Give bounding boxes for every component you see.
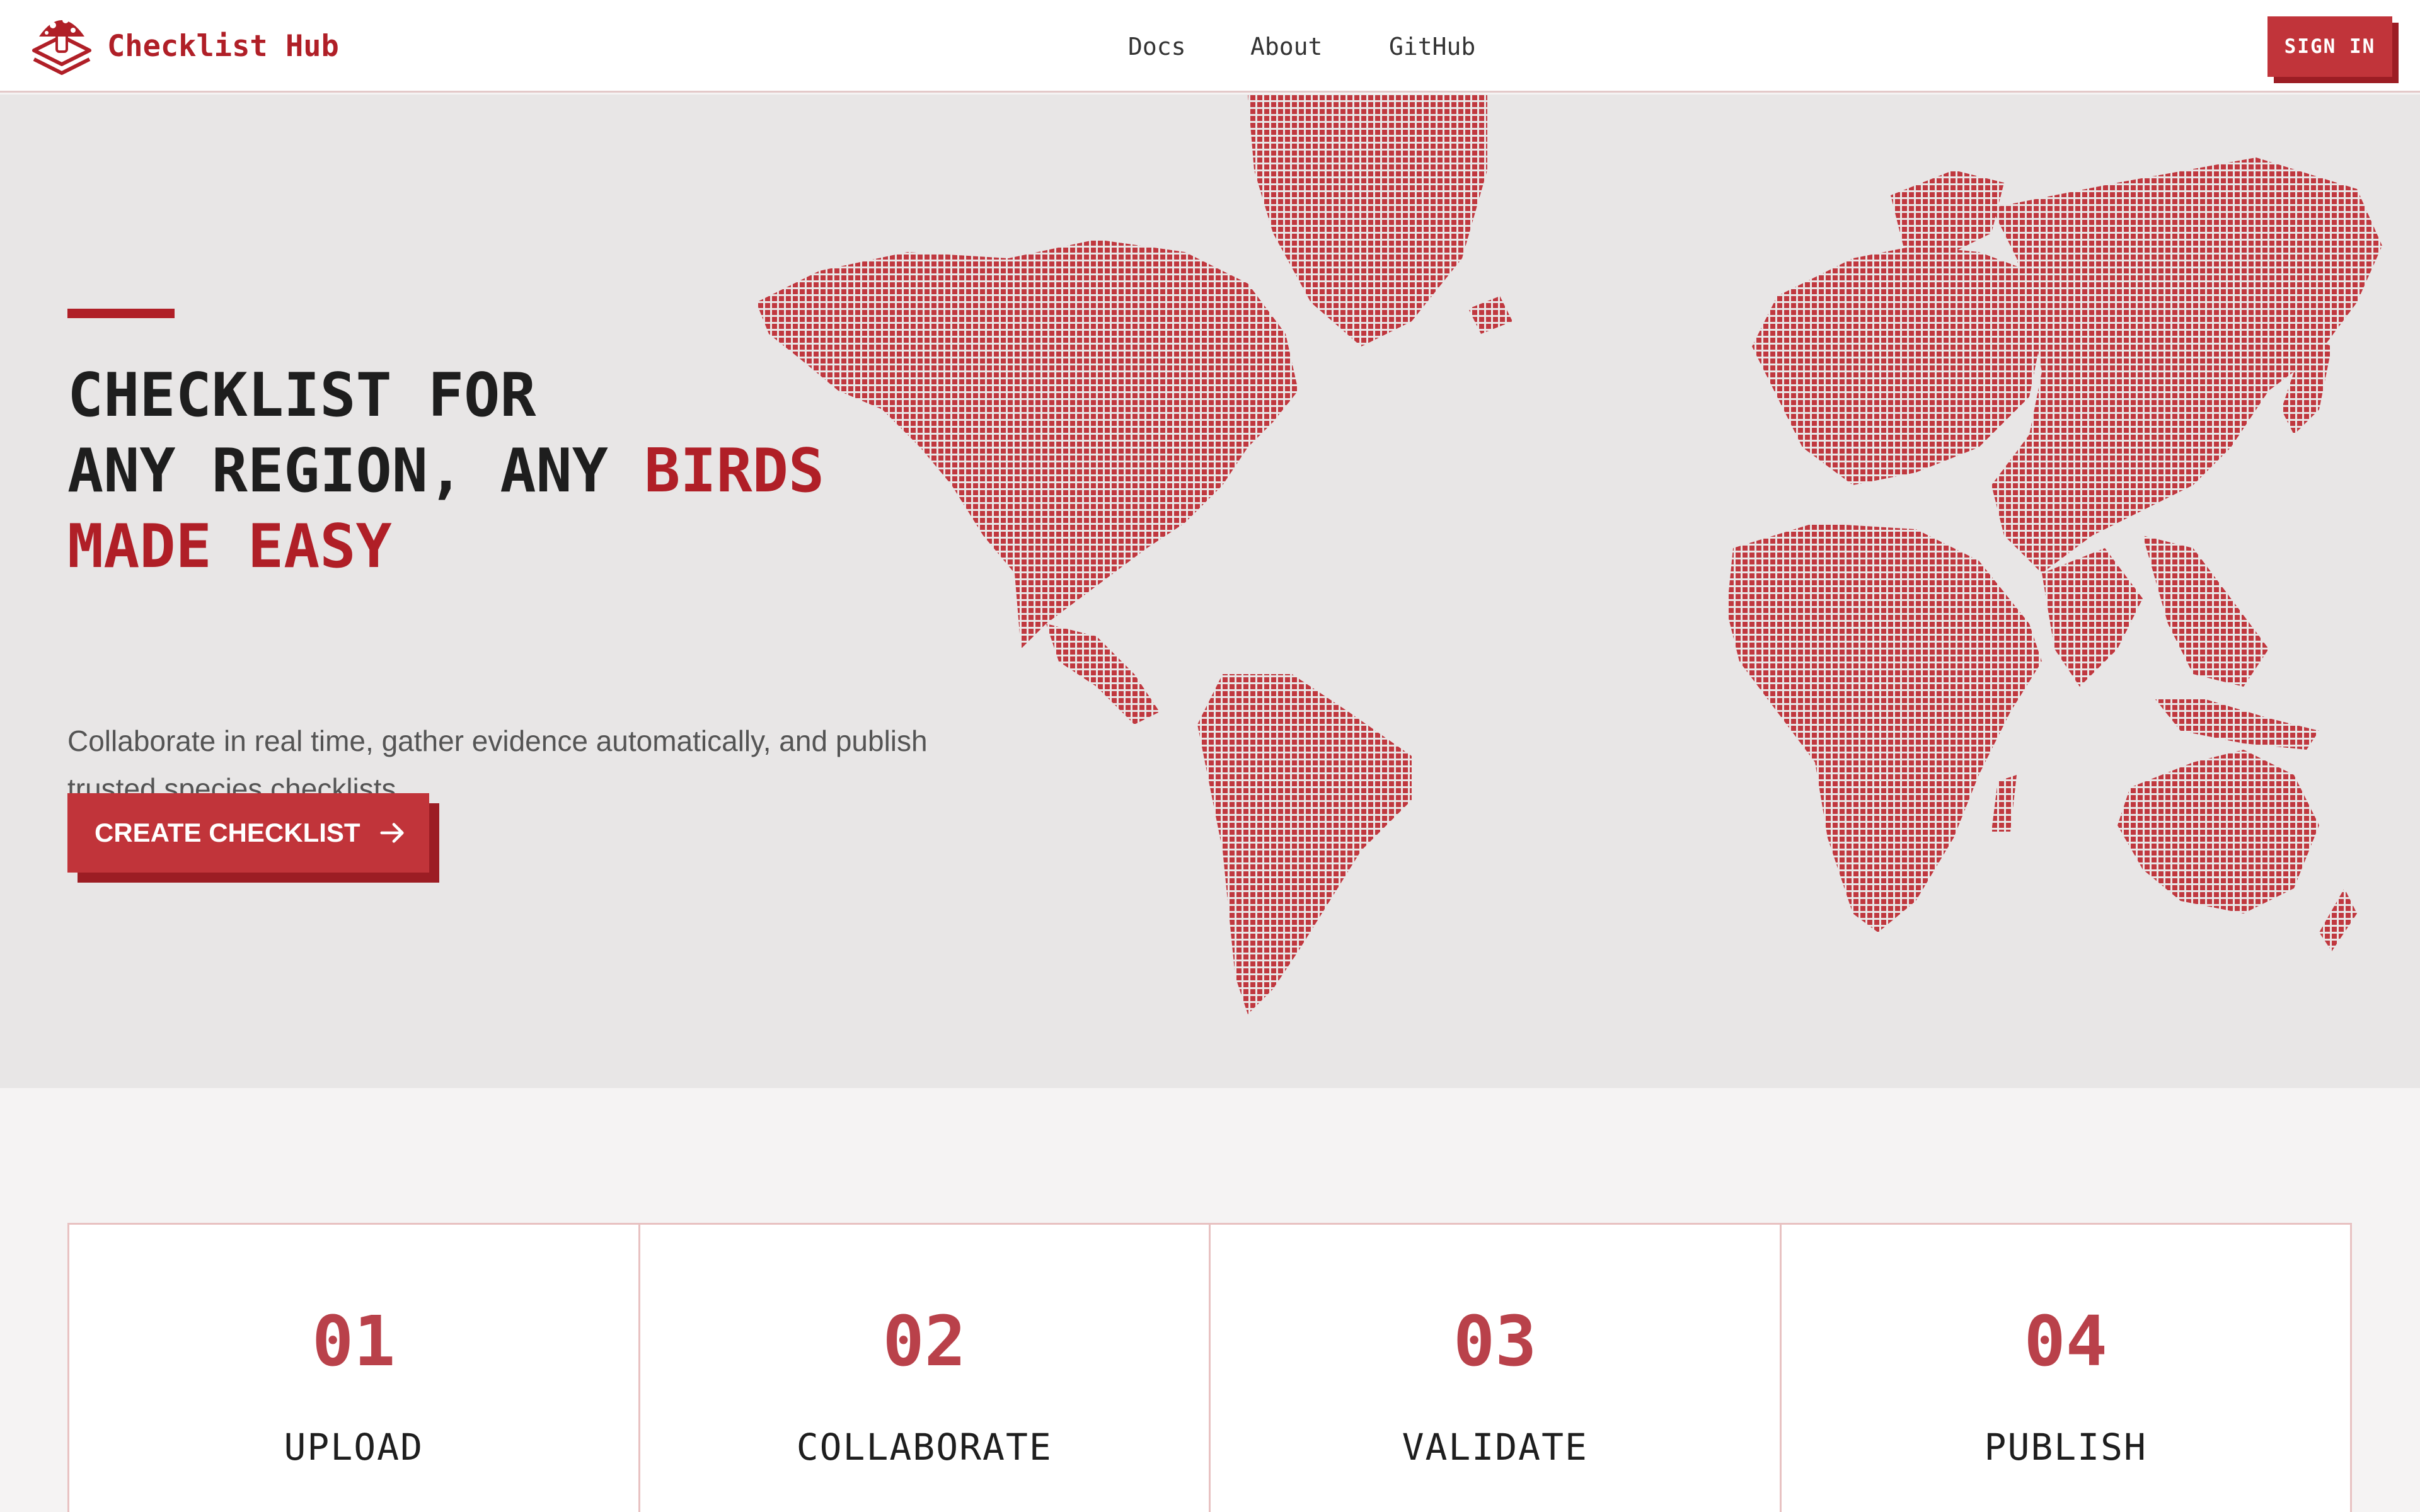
step-label: PUBLISH bbox=[1984, 1426, 2147, 1469]
map-europe bbox=[1752, 246, 2042, 485]
map-india bbox=[2042, 548, 2143, 687]
create-checklist-button[interactable]: CREATE CHECKLIST bbox=[67, 793, 429, 873]
headline-line-1: CHECKLIST FOR bbox=[67, 361, 536, 430]
map-north-america bbox=[756, 239, 1298, 649]
step-card: 02 COLLABORATE bbox=[640, 1225, 1211, 1512]
top-header: Checklist Hub Docs About GitHub SIGN IN bbox=[0, 0, 2420, 93]
map-central-america bbox=[1046, 624, 1160, 724]
map-australia bbox=[2118, 750, 2319, 914]
map-new-zealand bbox=[2319, 888, 2357, 951]
step-number: 04 bbox=[2024, 1301, 2107, 1382]
map-south-america bbox=[1197, 674, 1412, 1014]
step-label: UPLOAD bbox=[284, 1426, 424, 1469]
step-card: 03 VALIDATE bbox=[1211, 1225, 1782, 1512]
nav-link-docs[interactable]: Docs bbox=[1128, 30, 1186, 63]
headline-line-2: ANY REGION, ANY bbox=[67, 437, 645, 506]
map-iceland bbox=[1468, 296, 1512, 334]
nav-link-about[interactable]: About bbox=[1250, 30, 1322, 63]
hero-section: CHECKLIST FOR ANY REGION, ANY BIRDS MADE… bbox=[0, 94, 2420, 1088]
headline-line-3: MADE EASY bbox=[67, 512, 392, 581]
headline-accent-word: BIRDS bbox=[644, 437, 825, 506]
headline-accent-bar bbox=[67, 309, 175, 318]
map-africa bbox=[1727, 523, 2042, 932]
world-map-dot-illustration bbox=[756, 94, 2382, 1014]
sign-in-button[interactable]: SIGN IN bbox=[2267, 16, 2392, 77]
hero-headline: CHECKLIST FOR ANY REGION, ANY BIRDS MADE… bbox=[67, 358, 824, 585]
step-number: 01 bbox=[312, 1301, 396, 1382]
step-card: 01 UPLOAD bbox=[69, 1225, 640, 1512]
arrow-right-icon bbox=[380, 823, 404, 843]
map-scandinavia bbox=[1891, 170, 2004, 258]
steps-panel: 01 UPLOAD 02 COLLABORATE 03 VALIDATE 04 … bbox=[67, 1223, 2352, 1512]
map-greenland bbox=[1248, 94, 1487, 346]
step-label: VALIDATE bbox=[1402, 1426, 1588, 1469]
map-indonesia bbox=[2155, 699, 2319, 750]
map-southeast-asia bbox=[2143, 536, 2269, 687]
map-madagascar bbox=[1991, 775, 2017, 832]
step-label: COLLABORATE bbox=[796, 1426, 1052, 1469]
create-checklist-label: CREATE CHECKLIST bbox=[95, 818, 360, 847]
main-nav: Docs About GitHub bbox=[0, 30, 2420, 63]
step-number: 03 bbox=[1453, 1301, 1537, 1382]
step-number: 02 bbox=[882, 1301, 966, 1382]
nav-link-github[interactable]: GitHub bbox=[1389, 30, 1475, 63]
step-card: 04 PUBLISH bbox=[1782, 1225, 2351, 1512]
